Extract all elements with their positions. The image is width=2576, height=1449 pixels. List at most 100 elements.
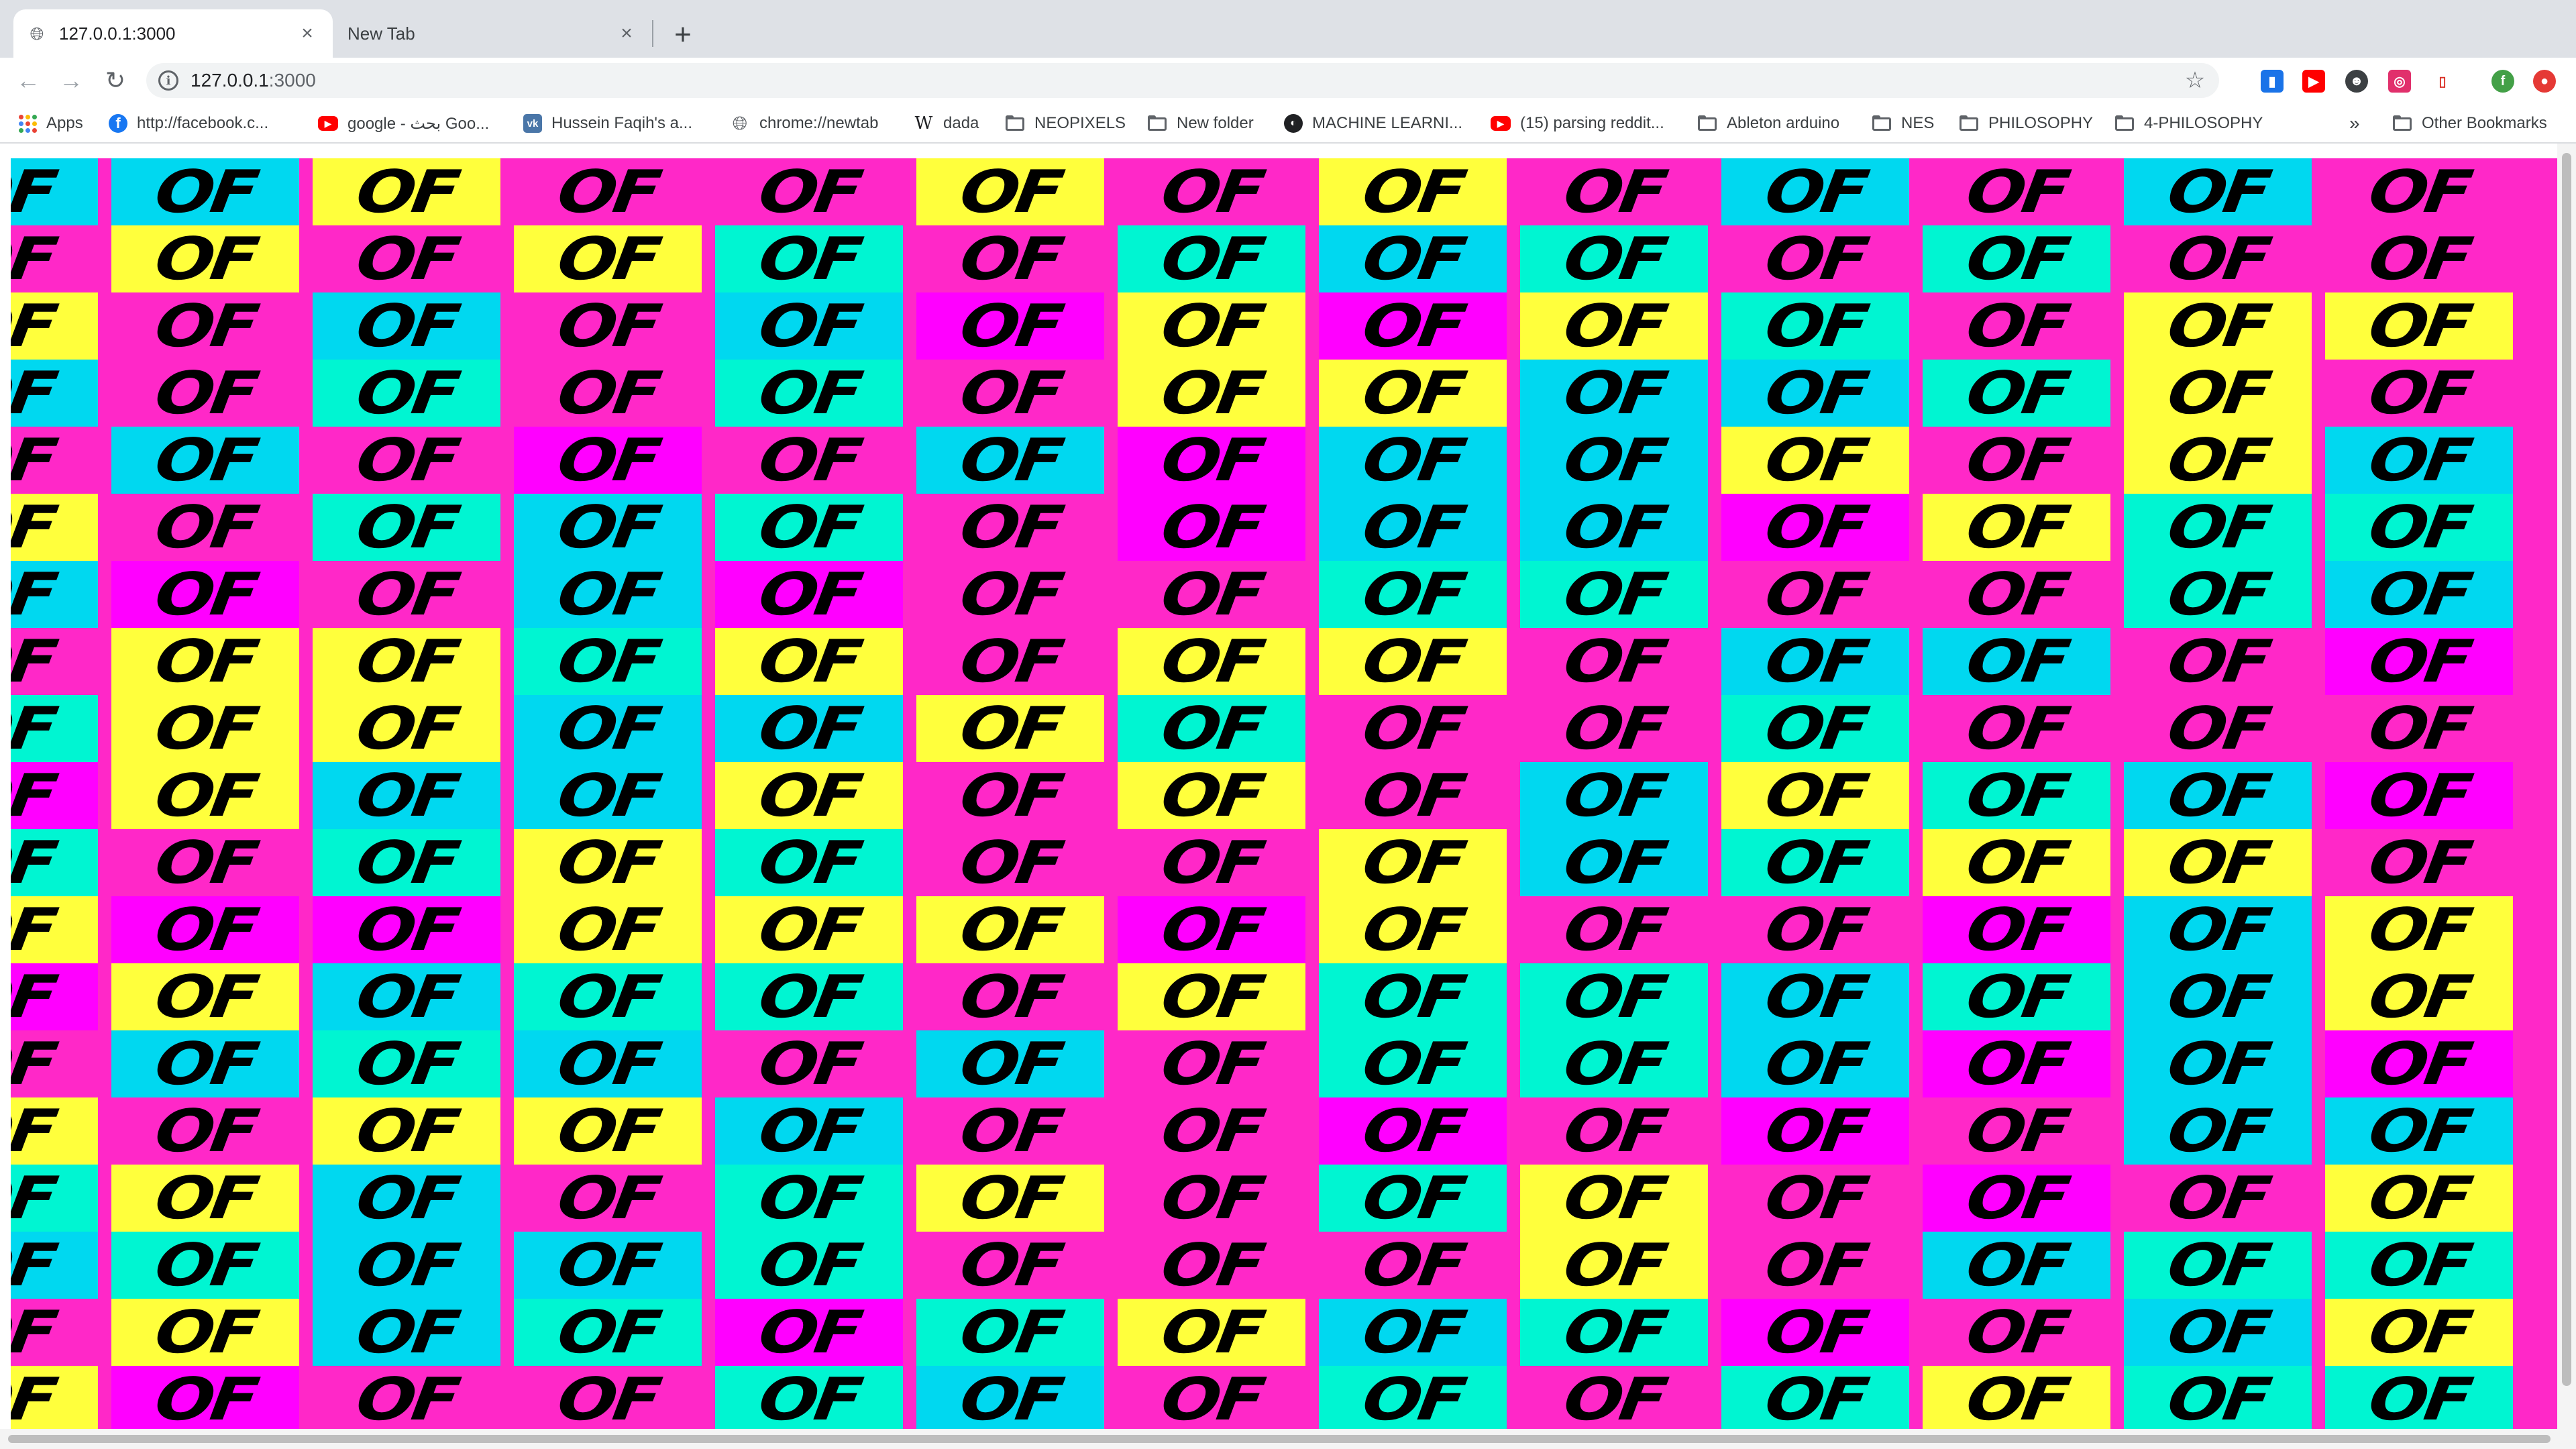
facebook-icon: f <box>109 114 127 133</box>
of-tile: OF <box>2325 963 2513 1030</box>
of-tile-label: OF <box>1962 1299 2071 1366</box>
of-tile: OF <box>916 963 1104 1030</box>
address-bar[interactable]: i 127.0.0.1:3000 ☆ <box>146 63 2219 98</box>
of-tile-label: OF <box>1962 829 2071 896</box>
bookmark-label: 4-PHILOSOPHY <box>2144 114 2263 132</box>
of-tile-label: OF <box>151 628 260 695</box>
of-tile-label: OF <box>2163 360 2272 427</box>
of-tile: OF <box>916 360 1104 427</box>
horizontal-scrollbar-thumb[interactable] <box>8 1435 2551 1443</box>
of-tile: OF <box>2325 561 2513 628</box>
of-tile: OF <box>1118 292 1305 360</box>
of-tile-label: OF <box>1761 427 1870 494</box>
of-tile: OF <box>1319 561 1507 628</box>
of-tile: OF <box>1319 1030 1507 1097</box>
of-tile-label: OF <box>1560 1030 1668 1097</box>
of-tile: OF <box>514 1030 702 1097</box>
reload-icon[interactable]: ↻ <box>99 64 131 97</box>
new-tab-button[interactable]: + <box>664 16 702 54</box>
tab-new-tab[interactable]: New Tab × <box>333 9 652 58</box>
vertical-scrollbar-thumb[interactable] <box>2562 153 2571 1386</box>
bookmark-folder-neopixels[interactable]: NEOPIXELS <box>1005 111 1126 136</box>
of-tile-label: OF <box>1157 561 1266 628</box>
of-tile: OF <box>916 494 1104 561</box>
profile-avatar[interactable]: f <box>2491 70 2514 93</box>
bookmark-google-search[interactable]: ▶ google - بحث Goo... <box>318 111 489 136</box>
of-tile: OF <box>1923 628 2110 695</box>
of-tile: OF <box>11 963 98 1030</box>
of-tile: OF <box>111 896 299 963</box>
of-tile-label: OF <box>755 829 863 896</box>
of-tile: OF <box>1923 1366 2110 1432</box>
extension-youtube-icon[interactable]: ▶ <box>2302 70 2325 93</box>
bookmark-dada[interactable]: W dada <box>914 111 979 136</box>
of-tile: OF <box>11 695 98 762</box>
of-tile-label: OF <box>1560 225 1668 292</box>
bookmark-parsing-reddit[interactable]: ▶ (15) parsing reddit... <box>1491 111 1664 136</box>
url-text[interactable]: 127.0.0.1:3000 <box>191 70 2182 91</box>
of-tile-label: OF <box>553 494 662 561</box>
of-tile: OF <box>313 561 500 628</box>
bookmarks-overflow-chevron[interactable]: » <box>2349 113 2360 134</box>
extension-phone-icon[interactable]: ▯ <box>2431 70 2454 93</box>
update-alert-icon[interactable]: ● <box>2533 70 2556 93</box>
tab-localhost[interactable]: 🌐︎ 127.0.0.1:3000 × <box>13 9 333 58</box>
of-tile: OF <box>2124 829 2312 896</box>
bookmark-folder-philosophy[interactable]: PHILOSOPHY <box>1959 111 2093 136</box>
extension-chart-icon[interactable]: ▮ <box>2261 70 2284 93</box>
close-tab-icon[interactable]: × <box>616 23 637 44</box>
of-tile: OF <box>2325 225 2513 292</box>
of-tile: OF <box>1520 1232 1708 1299</box>
of-tile-canvas: OF OF OF OF OF OF OF OF OF OF OF OF OF OF OF OF OF OF OF OF… <box>11 158 2557 1432</box>
of-tile: OF <box>1923 292 2110 360</box>
of-tile-label: OF <box>1358 896 1467 963</box>
of-tile: OF <box>1319 360 1507 427</box>
bookmark-folder-nes[interactable]: NES <box>1872 111 1934 136</box>
forward-arrow-icon[interactable]: → <box>55 64 87 97</box>
close-tab-icon[interactable]: × <box>297 23 318 44</box>
of-tile-label: OF <box>2163 494 2272 561</box>
of-tile-label: OF <box>151 494 260 561</box>
of-tile: OF <box>2325 360 2513 427</box>
bookmark-folder-4-philosophy[interactable]: 4-PHILOSOPHY <box>2114 111 2263 136</box>
bookmark-facebook[interactable]: f http://facebook.c... <box>109 111 268 136</box>
of-tile-label: OF <box>1157 628 1266 695</box>
of-tile-label: OF <box>1962 158 2071 225</box>
of-tile-label: OF <box>1560 896 1668 963</box>
bookmark-folder-new-folder[interactable]: New folder <box>1147 111 1254 136</box>
bookmark-apps[interactable]: Apps <box>19 111 83 136</box>
bookmark-folder-ableton-arduino[interactable]: Ableton arduino <box>1697 111 1839 136</box>
of-tile-label: OF <box>755 427 863 494</box>
bookmark-folder-other-bookmarks[interactable]: Other Bookmarks <box>2392 111 2547 136</box>
folder-icon <box>1959 115 1979 131</box>
of-tile: OF <box>1721 292 1909 360</box>
bookmark-machine-learning[interactable]: ◐ MACHINE LEARNI... <box>1284 111 1462 136</box>
of-tile-label: OF <box>1157 829 1266 896</box>
folder-icon <box>2114 115 2135 131</box>
folder-icon <box>1697 115 1717 131</box>
bookmark-label: MACHINE LEARNI... <box>1312 114 1463 132</box>
bookmark-chrome-newtab[interactable]: 🌐︎ chrome://newtab <box>730 111 879 136</box>
of-tile-label: OF <box>553 762 662 829</box>
of-tile: OF <box>916 829 1104 896</box>
of-tile: OF <box>715 628 903 695</box>
of-tile-label: OF <box>2365 292 2473 360</box>
bookmark-star-icon[interactable]: ☆ <box>2182 67 2208 94</box>
bookmark-label: Hussein Faqih's a... <box>551 114 693 132</box>
back-arrow-icon[interactable]: ← <box>12 64 44 97</box>
of-tile-label: OF <box>956 762 1065 829</box>
of-tile-label: OF <box>553 360 662 427</box>
of-tile-label: OF <box>1358 1030 1467 1097</box>
of-tile: OF <box>715 695 903 762</box>
of-tile-label: OF <box>352 561 461 628</box>
vertical-scrollbar[interactable] <box>2557 144 2576 1449</box>
of-tile-label: OF <box>2365 158 2473 225</box>
bookmark-hussein-faqih[interactable]: vk Hussein Faqih's a... <box>523 111 692 136</box>
of-tile: OF <box>1923 561 2110 628</box>
info-icon[interactable]: i <box>158 70 178 91</box>
extension-instagram-icon[interactable]: ◎ <box>2388 70 2411 93</box>
extension-face-icon[interactable]: ☻ <box>2345 70 2368 93</box>
of-tile: OF <box>1319 1097 1507 1165</box>
of-tile-label: OF <box>2365 695 2473 762</box>
horizontal-scrollbar[interactable] <box>0 1429 2557 1449</box>
